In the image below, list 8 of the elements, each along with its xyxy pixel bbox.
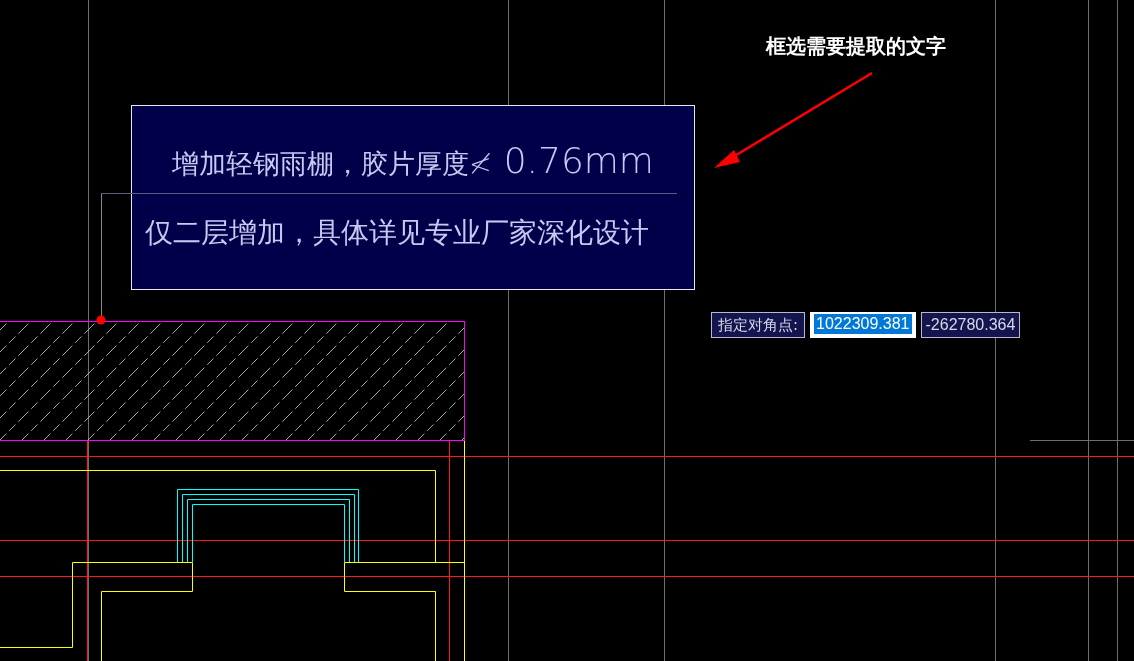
- annotation-text: 框选需要提取的文字: [766, 33, 946, 60]
- cad-text: 0.76mm: [503, 140, 654, 181]
- coordinate-field[interactable]: -262780.364: [920, 312, 1021, 338]
- coordinate-field[interactable]: 1022309.381: [810, 312, 916, 338]
- grip-point[interactable]: [96, 315, 106, 325]
- cad-text: 仅二层增加，具体详见专业厂家深化设计: [145, 215, 649, 251]
- cad-text: 增加轻钢雨棚，胶片厚度≮: [172, 147, 492, 181]
- prompt-label: 指定对角点:: [711, 312, 806, 338]
